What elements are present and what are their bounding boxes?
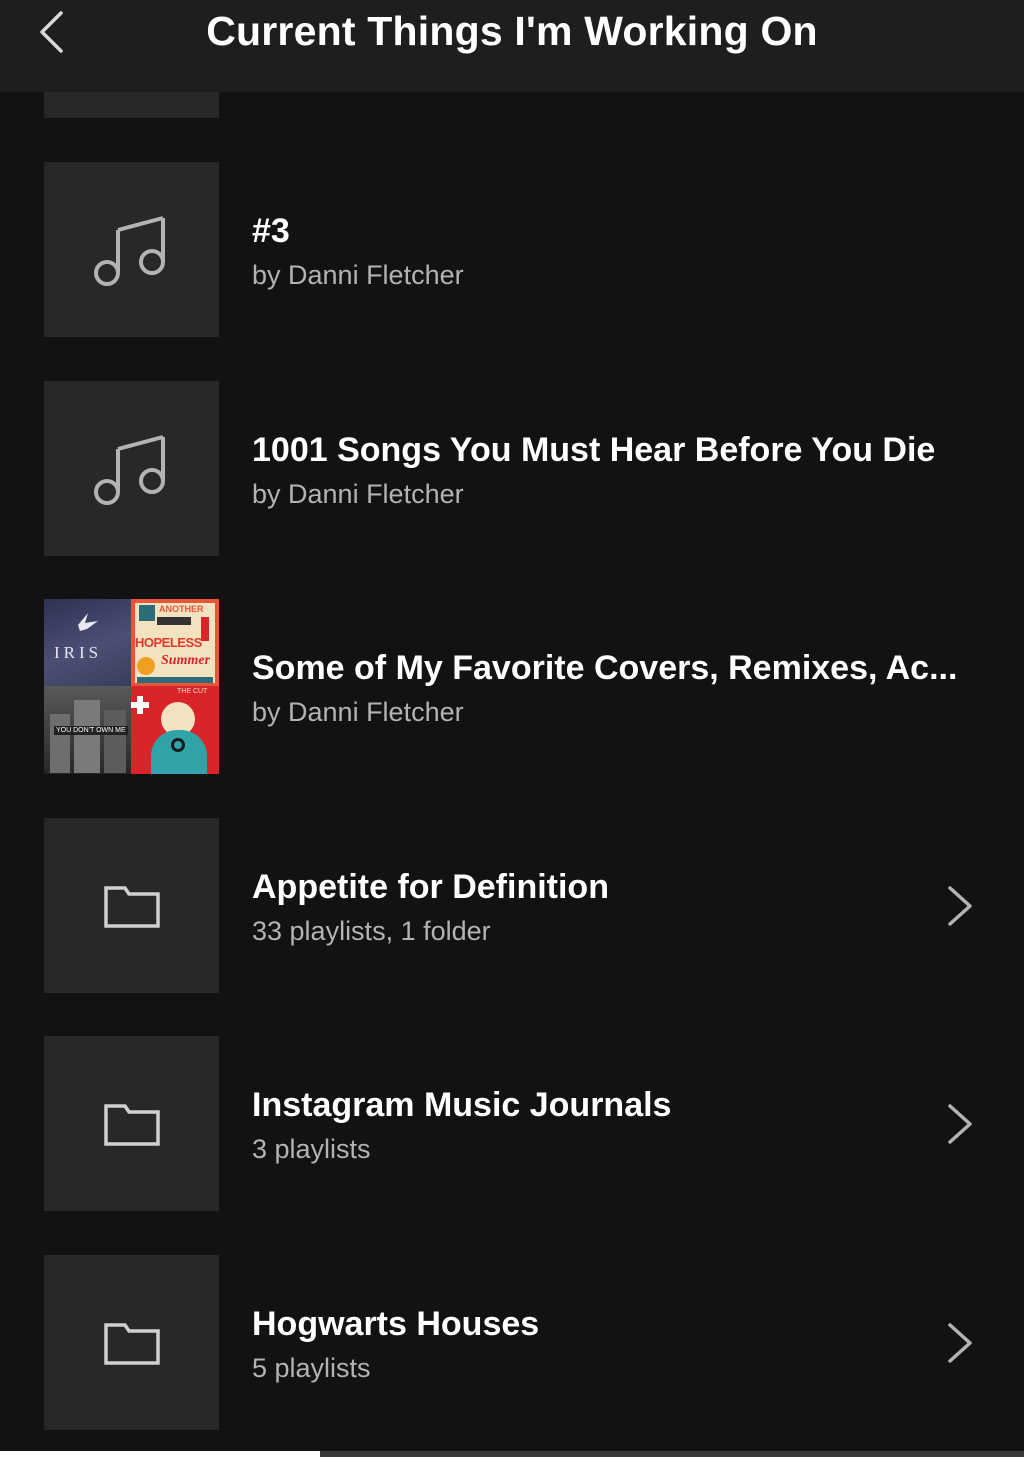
item-title: #3 bbox=[252, 212, 290, 250]
chevron-right-icon bbox=[948, 1323, 972, 1363]
playlist-artwork bbox=[44, 381, 219, 556]
folder-artwork bbox=[44, 1255, 219, 1430]
item-subtitle: by Danni Fletcher bbox=[252, 260, 464, 290]
album-cover-you-dont-own-me: YOU DON'T OWN ME bbox=[44, 686, 131, 774]
folder-icon bbox=[103, 885, 160, 928]
album-cover-another-hopeless-summer: ANOTHER HOPELESS Summer bbox=[131, 599, 219, 686]
bottom-progress-fill bbox=[0, 1451, 320, 1457]
bottom-progress-bar bbox=[0, 1451, 1024, 1457]
folder-icon bbox=[103, 1322, 160, 1365]
chevron-right-icon bbox=[948, 1104, 972, 1144]
album-cover-text: Summer bbox=[161, 653, 211, 668]
item-title: Some of My Favorite Covers, Remixes, Ac.… bbox=[252, 649, 958, 687]
chevron-right-icon bbox=[948, 886, 972, 926]
album-cover-the-cut: THE CUT bbox=[131, 686, 219, 774]
list-item-playlist[interactable]: 1001 Songs You Must Hear Before You Die … bbox=[0, 381, 1024, 556]
page-title: Current Things I'm Working On bbox=[206, 8, 818, 54]
partial-list-item-artwork[interactable] bbox=[44, 92, 219, 118]
item-title: Appetite for Definition bbox=[252, 868, 609, 906]
album-cover-text: HOPELESS bbox=[135, 635, 202, 650]
folder-artwork bbox=[44, 1036, 219, 1211]
item-title: Instagram Music Journals bbox=[252, 1086, 672, 1124]
music-note-icon bbox=[93, 434, 165, 505]
item-subtitle: by Danni Fletcher bbox=[252, 697, 464, 727]
item-subtitle: 33 playlists, 1 folder bbox=[252, 916, 491, 946]
folder-icon bbox=[103, 1103, 160, 1146]
playlist-mosaic-artwork: IRIS ANOTHER HOPELESS Summer YOU DON'T O… bbox=[44, 599, 219, 774]
item-title: Hogwarts Houses bbox=[252, 1305, 540, 1343]
music-note-icon bbox=[93, 215, 165, 286]
playlist-artwork bbox=[44, 162, 219, 337]
app-screen: Current Things I'm Working On #3 by Dann… bbox=[0, 0, 1024, 1457]
list-item-playlist[interactable]: IRIS ANOTHER HOPELESS Summer YOU DON'T O… bbox=[0, 599, 1024, 774]
album-cover-text: IRIS bbox=[54, 643, 103, 662]
list-item-playlist[interactable]: #3 by Danni Fletcher bbox=[0, 162, 1024, 337]
item-subtitle: 5 playlists bbox=[252, 1353, 371, 1383]
header-bar: Current Things I'm Working On bbox=[0, 0, 1024, 92]
item-subtitle: 3 playlists bbox=[252, 1134, 371, 1164]
album-cover-text: YOU DON'T OWN ME bbox=[54, 726, 128, 735]
album-cover-text: ANOTHER bbox=[159, 604, 204, 614]
list-item-folder[interactable]: Appetite for Definition 33 playlists, 1 … bbox=[0, 818, 1024, 993]
album-cover-text: THE CUT bbox=[177, 688, 208, 695]
list-item-folder[interactable]: Instagram Music Journals 3 playlists bbox=[0, 1036, 1024, 1211]
folder-artwork bbox=[44, 818, 219, 993]
item-title: 1001 Songs You Must Hear Before You Die bbox=[252, 431, 936, 469]
item-subtitle: by Danni Fletcher bbox=[252, 479, 464, 509]
album-cover-iris: IRIS bbox=[44, 599, 131, 686]
list-item-folder[interactable]: Hogwarts Houses 5 playlists bbox=[0, 1255, 1024, 1430]
